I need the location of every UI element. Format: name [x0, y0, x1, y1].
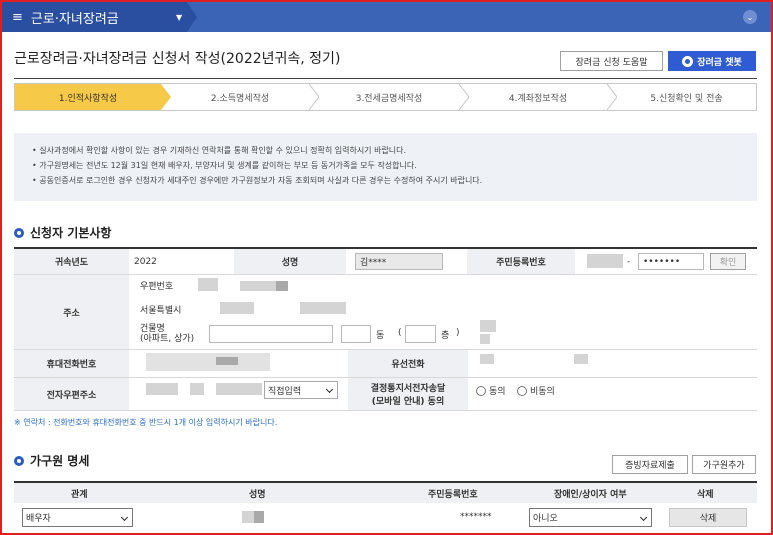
rrn-back-field[interactable]: ••••••• — [638, 253, 704, 270]
col-rrn: 주민등록번호 — [428, 490, 478, 500]
col-disabled: 장애인/상이자 여부 — [554, 490, 627, 500]
relation-select[interactable]: 배우자 — [22, 508, 133, 527]
title-divider — [14, 78, 757, 79]
step-1[interactable]: 1.인적사항작성 — [15, 84, 161, 110]
page-title: 근로장려금·자녀장려금 신청서 작성(2022년귀속, 정기) — [14, 51, 341, 67]
building-name-input[interactable] — [209, 325, 333, 343]
step-progress-bar: 1.인적사항작성 2.소득명세작성 3.전세금명세작성 4.계좌정보작성 5.신… — [14, 83, 757, 111]
step-separator — [607, 84, 617, 110]
step-separator — [459, 84, 469, 110]
chevron-down-icon — [639, 513, 648, 521]
notice-item: • 가구원명세는 전년도 12월 31일 현재 배우자, 부양자녀 및 생계를 … — [32, 161, 417, 170]
consent-no-radio[interactable]: 비동의 — [517, 384, 555, 397]
email-id-field[interactable] — [146, 383, 178, 395]
city-value: 서울특별시 — [140, 305, 182, 316]
step-5[interactable]: 5.신청확인 및 전송 — [617, 84, 756, 110]
email-domain-select[interactable]: 직접입력 — [264, 381, 338, 399]
household-section-title: 가구원 명세 — [14, 452, 89, 469]
step-separator — [161, 84, 171, 110]
member-name-mask — [254, 511, 264, 523]
address-label: 주소 — [14, 275, 129, 349]
notice-item: • 실사과정에서 확인할 사항이 있는 경우 기재하신 연락처를 통해 확인할 … — [32, 146, 407, 155]
landline-field[interactable] — [480, 354, 494, 364]
address-line — [300, 302, 346, 314]
chevron-down-icon — [120, 513, 129, 521]
email-domain-field[interactable] — [190, 383, 204, 395]
postal-value — [240, 281, 276, 291]
year-label: 귀속년도 — [14, 249, 129, 274]
menu-title: 근로·자녀장려금 — [30, 11, 119, 27]
chatbot-button[interactable]: 장려금 챗봇 — [668, 51, 756, 71]
tab-notch — [187, 2, 197, 32]
address-detail — [480, 334, 490, 344]
step-4[interactable]: 4.계좌정보작성 — [469, 84, 607, 110]
col-relation: 관계 — [71, 490, 88, 500]
top-navigation-bar: ≡ 근로·자녀장려금 ▼ ⌄ — [2, 2, 771, 32]
col-name: 성명 — [249, 490, 266, 500]
menu-dropdown[interactable]: ≡ 근로·자녀장려금 ▼ — [2, 2, 197, 32]
chevron-down-circle-icon[interactable]: ⌄ — [743, 10, 757, 24]
help-button[interactable]: 장려금 신청 도움말 — [560, 51, 663, 71]
name-field[interactable]: 김**** — [355, 253, 443, 270]
chevron-down-icon — [325, 385, 334, 394]
landline-label: 유선전화 — [348, 350, 468, 377]
delete-member-button[interactable]: 삭제 — [669, 508, 747, 527]
paren-close: ) — [456, 328, 460, 338]
rrn-confirm-button[interactable]: 확인 — [710, 253, 746, 270]
floor-label: 층 — [441, 331, 450, 341]
mobile-label: 휴대전화번호 — [14, 350, 129, 377]
rrn-front-field[interactable] — [587, 254, 623, 268]
name-label: 성명 — [234, 249, 346, 274]
applicant-section-title: 신청자 기본사항 — [14, 224, 111, 241]
section-bullet-icon — [14, 455, 24, 466]
row-divider — [14, 410, 757, 411]
step-separator — [309, 84, 319, 110]
add-household-member-button[interactable]: 가구원추가 — [692, 455, 756, 474]
dong-label: 동 — [376, 331, 385, 341]
radio-icon — [476, 385, 486, 396]
rrn-label: 주민등록번호 — [467, 249, 575, 274]
consent-label: 결정통지서전자송달 (모바일 안내) 동의 — [348, 378, 468, 410]
postal-label: 우편번호 — [140, 281, 174, 292]
section-bullet-icon — [14, 227, 24, 238]
notice-item: • 공동인증서로 로그인한 경우 신청자가 세대주인 경우에만 가구원정보가 자… — [32, 176, 483, 185]
step-3[interactable]: 3.전세금명세작성 — [319, 84, 459, 110]
dong-input[interactable] — [341, 325, 371, 343]
col-delete: 삭제 — [697, 490, 714, 500]
chatbot-label: 장려금 챗봇 — [697, 57, 742, 68]
step-2[interactable]: 2.소득명세작성 — [171, 84, 309, 110]
chatbot-icon — [682, 55, 694, 67]
address-detail — [480, 320, 496, 332]
landline-field[interactable] — [574, 354, 588, 364]
application-window: ≡ 근로·자녀장려금 ▼ ⌄ 근로장려금·자녀장려금 신청서 작성(2022년귀… — [0, 0, 773, 535]
floor-input[interactable] — [405, 325, 436, 343]
rrn-dash: - — [627, 256, 631, 267]
consent-yes-radio[interactable]: 동의 — [476, 384, 506, 397]
address-line — [220, 302, 254, 314]
postal-value — [276, 281, 288, 291]
notice-box: • 실사과정에서 확인할 사항이 있는 경우 기재하신 연락처를 통해 확인할 … — [14, 133, 757, 201]
email-domain-field[interactable] — [216, 383, 262, 395]
postal-value — [198, 278, 218, 291]
mobile-field[interactable] — [146, 353, 270, 371]
radio-icon — [517, 385, 527, 396]
member-rrn: ******* — [460, 512, 492, 522]
contact-note: ※ 연락처 : 전화번호와 휴대전화번호 중 반드시 1개 이상 입력하시기 바… — [14, 418, 278, 427]
household-table-header: 관계 성명 주민등록번호 장애인/상이자 여부 삭제 — [14, 481, 757, 503]
year-value: 2022 — [134, 256, 157, 267]
dropdown-arrow-icon: ▼ — [176, 12, 183, 22]
evidence-submit-button[interactable]: 증빙자료제출 — [612, 455, 688, 474]
building-label: 건물명 (아파트, 상가) — [140, 324, 195, 344]
paren-open: ( — [398, 328, 402, 338]
hamburger-icon: ≡ — [12, 9, 23, 25]
email-label: 전자우편주소 — [14, 378, 129, 410]
disabled-select[interactable]: 아니오 — [529, 508, 652, 527]
mobile-field-mask — [216, 357, 238, 365]
